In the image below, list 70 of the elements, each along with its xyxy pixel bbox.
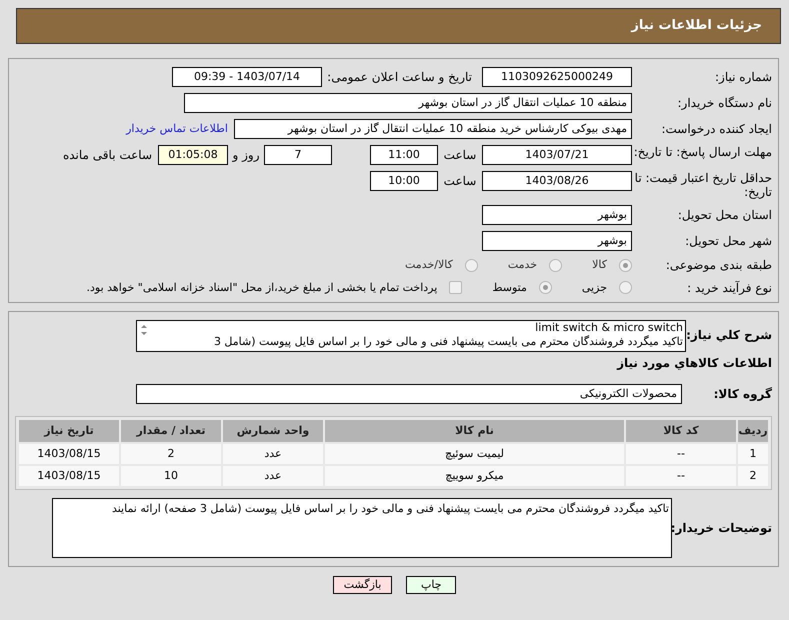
field-label: استان محل تحویل: (676, 208, 772, 222)
requester-field[interactable]: مهدی بیوکی کارشناس خرید منطقه 10 عملیات انتقال گاز در استان بوشهر (234, 119, 632, 139)
column-header: تاریخ نیاز (19, 420, 119, 442)
goods-group-field[interactable]: محصولات الکترونیکی (136, 384, 682, 404)
table-cell: عدد (223, 466, 323, 486)
table-cell: -- (626, 466, 736, 486)
field-label: گروه کالا: (712, 387, 772, 401)
field-label: شماره نیاز: (714, 70, 772, 84)
table-cell: -- (626, 444, 736, 464)
field-label: نوع فرآیند خرید : (686, 280, 772, 295)
radio-button[interactable] (549, 258, 562, 272)
table-cell: 1 (738, 444, 768, 464)
days-label: روز و (231, 147, 260, 164)
table-cell: میکرو سوییچ (325, 466, 624, 486)
buyer-notes-textarea[interactable]: تاکید میگردد فروشندگان محترم می بایست پیشنهاد فنی و مالی خود را بر اساس فایل پیوست (شامل 3 صفحه) ارائه نمایند (52, 498, 672, 558)
table-cell: عدد (223, 444, 323, 464)
option-label: کالا (592, 257, 607, 273)
time-label: ساعت (442, 147, 478, 164)
table-cell: 2 (121, 444, 221, 464)
field-label: حداقل تاریخ اعتبار قیمت: تا تاریخ: (634, 171, 772, 199)
field-label: مهلت ارسال پاسخ: تا تاریخ: (632, 145, 772, 159)
time-label: ساعت (442, 173, 478, 190)
validity-date-field[interactable]: 1403/08/26 (482, 171, 632, 191)
description-line: تاکید میگردد فروشندگان محترم می بایست پیشنهاد فنی و مالی خود را بر اساس فایل پیوست (شامل 3 (212, 335, 683, 349)
city-field[interactable]: بوشهر (482, 231, 632, 251)
validity-time-field[interactable]: 10:00 (370, 171, 438, 191)
table-cell: 2 (738, 466, 768, 486)
column-header: واحد شمارش (223, 420, 323, 442)
table-cell: 1403/08/15 (19, 466, 119, 486)
scroll-arrows-icon (140, 324, 148, 336)
option-label: متوسط (492, 280, 527, 296)
buyer-contact-link[interactable]: اطلاعات تماس خریدار (126, 120, 228, 138)
checkbox[interactable] (449, 281, 462, 294)
field-label: توضیحات خریدار: (672, 521, 772, 535)
action-button[interactable]: بازگشت (332, 576, 392, 594)
page-title: جزئیات اطلاعات نیاز (631, 17, 762, 36)
announce-date-field[interactable]: 1403/07/14 - 09:39 (172, 67, 322, 87)
option-label: پرداخت تمام یا بخشی از مبلغ خرید،از محل "اسناد خزانه اسلامی" خواهد بود. (86, 280, 438, 296)
option-label: خدمت (508, 257, 538, 273)
option-label: جزیی (582, 280, 607, 296)
province-field[interactable]: بوشهر (482, 205, 632, 225)
days-field[interactable]: 7 (264, 145, 332, 165)
table-cell: لیمیت سوئیچ (325, 444, 624, 464)
description-line: limit switch & micro switch (534, 321, 683, 335)
radio-button[interactable] (464, 258, 478, 272)
buyer-org-field[interactable]: منطقه 10 عملیات انتقال گاز در استان بوشهر (184, 93, 632, 113)
column-header: تعداد / مقدار (121, 420, 221, 442)
table-cell: 1403/08/15 (19, 444, 119, 464)
radio-button[interactable] (619, 281, 632, 294)
deadline-time-field[interactable]: 11:00 (370, 145, 438, 165)
buyer-notes-text: تاکید میگردد فروشندگان محترم می بایست پیشنهاد فنی و مالی خود را بر اساس فایل پیوست (شامل 3 صفحه) ارائه نمایند (112, 502, 669, 515)
column-header: ردیف (738, 420, 768, 442)
field-label: نام دستگاه خریدار: (676, 96, 772, 110)
field-label: طبقه بندی موضوعی: (664, 258, 772, 272)
section-heading: اطلاعات کالاهاي مورد نیاز (616, 355, 772, 372)
radio-button[interactable] (538, 281, 552, 294)
field-label: ایجاد کننده درخواست: (660, 122, 772, 136)
field-label: شرح کلي نیاز: (686, 327, 772, 342)
column-header: کد کالا (626, 420, 736, 442)
field-label: شهر محل تحویل: (684, 234, 772, 248)
field-label: تاریخ و ساعت اعلان عمومی: (326, 70, 472, 84)
option-label: کالا/خدمت (405, 257, 453, 273)
table-cell: 10 (121, 466, 221, 486)
remaining-label: ساعت باقی مانده (62, 147, 152, 164)
column-header: نام کالا (325, 420, 624, 442)
action-button[interactable]: چاپ (406, 576, 456, 594)
radio-button[interactable] (619, 258, 632, 272)
remaining-time-field[interactable]: 01:05:08 (158, 145, 228, 165)
need-number-field[interactable]: 1103092625000249 (482, 67, 632, 87)
deadline-date-field[interactable]: 1403/07/21 (482, 145, 632, 165)
